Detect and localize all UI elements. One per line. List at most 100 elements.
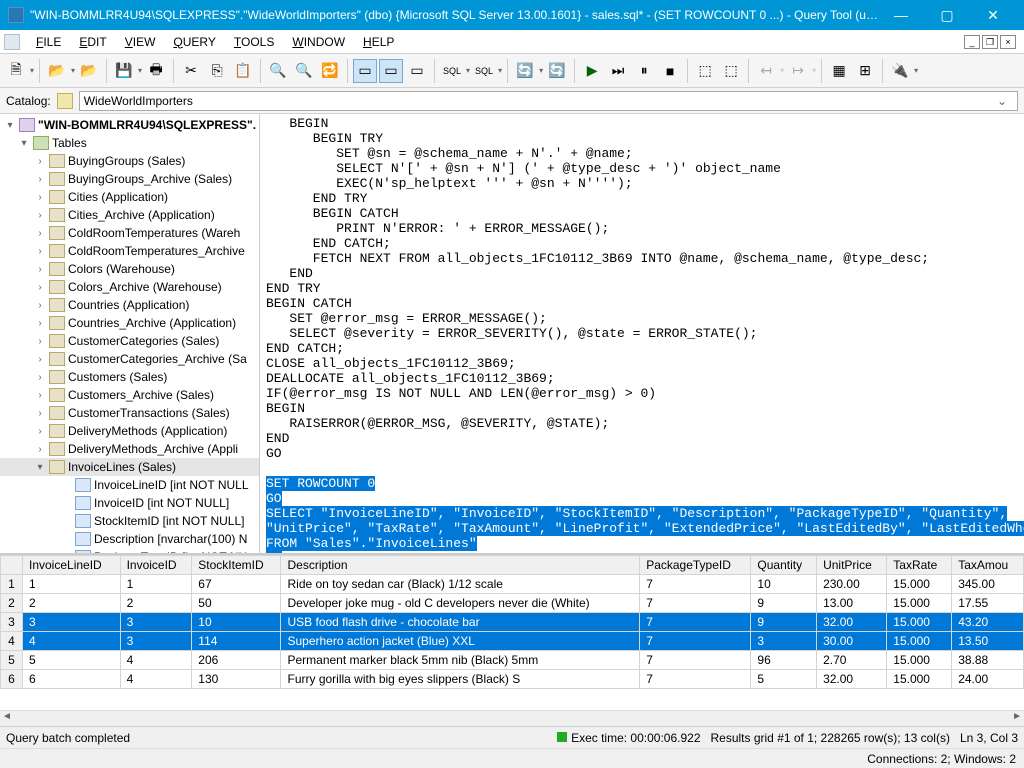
connect-button[interactable]: 🔌 [888,59,912,83]
grid-header[interactable]: Description [281,556,640,575]
window-title: "WIN-BOMMLRR4U94\SQLEXPRESS"."WideWorldI… [30,8,878,22]
table-row[interactable]: 33310USB food flash drive - chocolate ba… [1,613,1024,632]
grid-header[interactable]: PackageTypeID [640,556,751,575]
toolbar: 🗎▾ 📂▾ 📂 💾▾ 🖶 ✂ ⎘ 📋 🔍 🔍 🔁 ▭ ▭ ▭ SQL▾ SQL▾… [0,54,1024,88]
status-cursor-pos: Ln 3, Col 3 [960,731,1018,745]
table-row[interactable]: 22250Developer joke mug - old C develope… [1,594,1024,613]
tree-table-node[interactable]: ›DeliveryMethods_Archive (Appli [0,440,259,458]
tree-column-node[interactable]: InvoiceLineID [int NOT NULL [0,476,259,494]
sql2-button[interactable]: SQL [472,59,496,83]
tree-table-node[interactable]: ›CustomerCategories_Archive (Sa [0,350,259,368]
tree-table-node[interactable]: ›CustomerCategories (Sales) [0,332,259,350]
mdi-close-button[interactable]: × [1000,35,1016,49]
mdi-minimize-button[interactable]: _ [964,35,980,49]
find2-button[interactable]: 🔍 [292,59,316,83]
catalog-select[interactable]: WideWorldImporters ⌄ [79,91,1018,111]
nav-first-button[interactable]: ↤ [754,59,778,83]
grid-header[interactable]: StockItemID [192,556,281,575]
mdi-restore-button[interactable]: ❐ [982,35,998,49]
tree-table-node[interactable]: ›CustomerTransactions (Sales) [0,404,259,422]
pause-button[interactable]: ⏸ [632,59,656,83]
object-tree[interactable]: ▾"WIN-BOMMLRR4U94\SQLEXPRESS".▾Tables›Bu… [0,114,259,553]
table-row[interactable]: 554206Permanent marker black 5mm nib (Bl… [1,651,1024,670]
status-indicator-icon [557,732,567,742]
tree-column-node[interactable]: StockItemID [int NOT NULL] [0,512,259,530]
menu-window[interactable]: WINDOW [284,32,353,52]
trans2-button[interactable]: ⬚ [719,59,743,83]
menu-query[interactable]: QUERY [165,32,223,52]
menu-file[interactable]: FILE [28,32,69,52]
open2-button[interactable]: 📂 [77,59,101,83]
tree-tables-node[interactable]: ▾Tables [0,134,259,152]
tree-server-node[interactable]: ▾"WIN-BOMMLRR4U94\SQLEXPRESS". [0,116,259,134]
tree-table-node[interactable]: ›Countries (Application) [0,296,259,314]
save-button[interactable]: 💾 [112,59,136,83]
refresh-button[interactable]: 🔄 [513,59,537,83]
tree-table-node[interactable]: ›Customers (Sales) [0,368,259,386]
title-bar: "WIN-BOMMLRR4U94\SQLEXPRESS"."WideWorldI… [0,0,1024,30]
table-row[interactable]: 443114Superhero action jacket (Blue) XXL… [1,632,1024,651]
maximize-button[interactable]: ▢ [924,0,970,30]
status-bar: Query batch completed Exec time: 00:00:0… [0,726,1024,748]
paste-button[interactable]: 📋 [231,59,255,83]
tree-table-node[interactable]: ›ColdRoomTemperatures_Archive [0,242,259,260]
mdi-icon [4,34,20,50]
open-button[interactable]: 📂 [45,59,69,83]
sql-editor[interactable]: BEGIN BEGIN TRY SET @sn = @schema_name +… [260,114,1024,553]
object-tree-pane: ▾"WIN-BOMMLRR4U94\SQLEXPRESS".▾Tables›Bu… [0,114,260,553]
tree-table-node[interactable]: ›DeliveryMethods (Application) [0,422,259,440]
results-grid-pane: InvoiceLineIDInvoiceIDStockItemIDDescrip… [0,554,1024,710]
tree-table-node[interactable]: ›Countries_Archive (Application) [0,314,259,332]
tree-table-node[interactable]: ›Cities_Archive (Application) [0,206,259,224]
table-row[interactable]: 664130Furry gorilla with big eyes slippe… [1,670,1024,689]
sql1-button[interactable]: SQL [440,59,464,83]
find-button[interactable]: 🔍 [266,59,290,83]
tree-table-node[interactable]: ›BuyingGroups (Sales) [0,152,259,170]
menu-view[interactable]: VIEW [117,32,164,52]
panel1-button[interactable]: ▭ [353,59,377,83]
horizontal-scrollbar[interactable] [0,710,1024,726]
new-button[interactable]: 🗎 [4,59,28,83]
catalog-icon [57,93,73,109]
step-button[interactable]: ⏭ [606,59,630,83]
menu-help[interactable]: HELP [355,32,402,52]
tree-table-node[interactable]: ›ColdRoomTemperatures (Wareh [0,224,259,242]
tree-column-node[interactable]: InvoiceID [int NOT NULL] [0,494,259,512]
tree-table-node-selected[interactable]: ▾InvoiceLines (Sales) [0,458,259,476]
catalog-bar: Catalog: WideWorldImporters ⌄ [0,88,1024,114]
menu-edit[interactable]: EDIT [71,32,114,52]
replace-button[interactable]: 🔁 [318,59,342,83]
tree-table-node[interactable]: ›Colors (Warehouse) [0,260,259,278]
tree-table-node[interactable]: ›BuyingGroups_Archive (Sales) [0,170,259,188]
cut-button[interactable]: ✂ [179,59,203,83]
close-button[interactable]: ✕ [970,0,1016,30]
grid-header[interactable]: Quantity [751,556,817,575]
run-button[interactable]: ▶ [580,59,604,83]
trans1-button[interactable]: ⬚ [693,59,717,83]
grid-header[interactable]: InvoiceLineID [23,556,121,575]
tree-table-node[interactable]: ›Cities (Application) [0,188,259,206]
refresh2-button[interactable]: 🔄 [545,59,569,83]
nav-last-button[interactable]: ↦ [786,59,810,83]
panel3-button[interactable]: ▭ [405,59,429,83]
catalog-label: Catalog: [6,94,51,108]
status-results: Results grid #1 of 1; 228265 row(s); 13 … [711,731,950,745]
tree-column-node[interactable]: Description [nvarchar(100) N [0,530,259,548]
tree-table-node[interactable]: ›Customers_Archive (Sales) [0,386,259,404]
results-grid[interactable]: InvoiceLineIDInvoiceIDStockItemIDDescrip… [0,555,1024,689]
stop-button[interactable]: ■ [658,59,682,83]
print-button[interactable]: 🖶 [144,59,168,83]
grid-header[interactable]: TaxAmou [952,556,1024,575]
grid-header[interactable]: TaxRate [887,556,952,575]
minimize-button[interactable]: — [878,0,924,30]
menu-tools[interactable]: TOOLS [226,32,282,52]
tree-table-node[interactable]: ›Colors_Archive (Warehouse) [0,278,259,296]
copy-button[interactable]: ⎘ [205,59,229,83]
grid-header[interactable]: UnitPrice [817,556,887,575]
grid-header[interactable]: InvoiceID [120,556,192,575]
tab-button[interactable]: ⊞ [853,59,877,83]
tree-column-node[interactable]: PackageTypeID [int NOT NU [0,548,259,553]
grid-button[interactable]: ▦ [827,59,851,83]
panel2-button[interactable]: ▭ [379,59,403,83]
table-row[interactable]: 11167Ride on toy sedan car (Black) 1/12 … [1,575,1024,594]
